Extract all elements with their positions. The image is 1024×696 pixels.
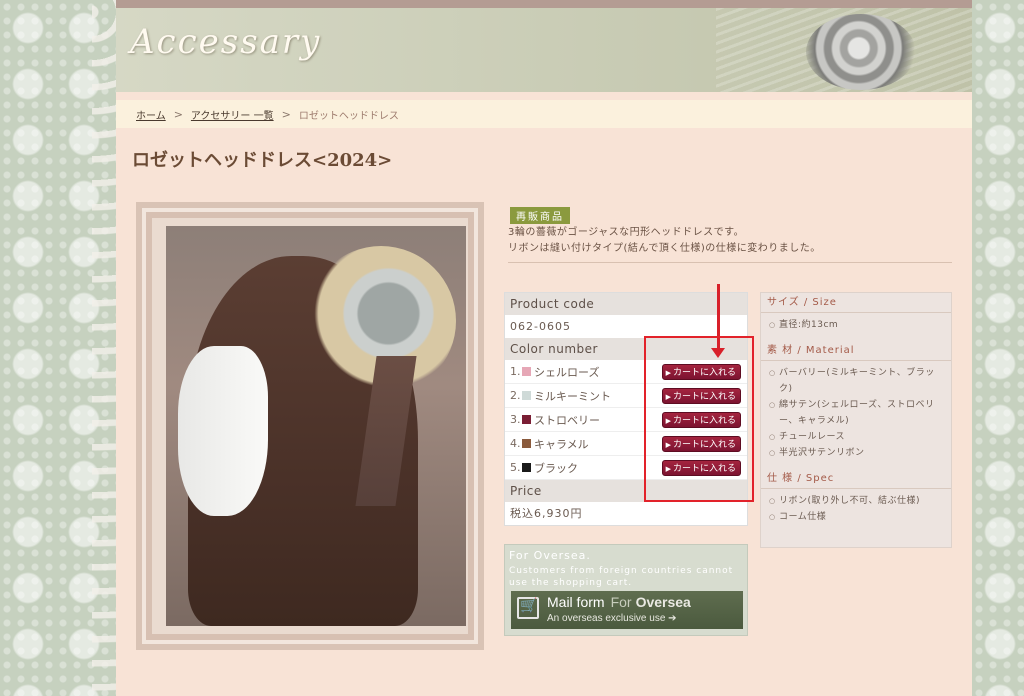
breadcrumb-current: ロゼットヘッドドレス (298, 110, 399, 122)
oversea-text: Customers from foreign countries cannot … (509, 566, 734, 588)
spec-heading: 仕 様 / Spec (761, 469, 951, 489)
color-name: ブラック (534, 461, 578, 475)
product-description: 3輪の薔薇がゴージャスな円形ヘッドドレスです。 リボンは縫い付けタイプ(結んで頂… (508, 225, 952, 257)
list-item: 半光沢サテンリボン (769, 445, 943, 461)
color-name: キャラメル (534, 437, 589, 451)
color-index: 3. (510, 413, 521, 426)
list-item: 直径:約13cm (769, 317, 943, 333)
rose-decoration (806, 14, 916, 90)
photo-mannequin (178, 346, 268, 516)
main-content: Accessary ホーム > アクセサリー 一覧 > ロゼットヘッドドレス ロ… (116, 0, 972, 696)
product-image-frame (136, 202, 484, 650)
list-item: チュールレース (769, 429, 943, 445)
breadcrumb-list-link[interactable]: アクセサリー 一覧 (191, 107, 274, 122)
material-heading: 素 材 / Material (761, 341, 951, 361)
annotation-highlight-box (644, 336, 754, 502)
chevron-right-icon: > (173, 107, 183, 121)
banner-title: Accessary (130, 22, 322, 62)
material-list: バーバリー(ミルキーミント、ブラック) 綿サテン(シェルローズ、ストロベリー、キ… (761, 361, 951, 469)
color-index: 4. (510, 437, 521, 450)
lace-border (92, 0, 116, 696)
page-title: ロゼットヘッドドレス<2024> (132, 150, 393, 171)
spec-panel: サイズ / Size 直径:約13cm 素 材 / Material バーバリー… (760, 292, 952, 548)
oversea-title: For Oversea. (509, 549, 591, 562)
color-name: ストロベリー (534, 413, 600, 427)
color-swatch (522, 463, 531, 472)
product-code-label: Product code (505, 293, 747, 315)
chevron-right-icon: > (281, 107, 291, 121)
list-item: リボン(取り外し不可、結ぶ仕様) (769, 493, 943, 509)
mail-form-label: Mail form (547, 594, 605, 610)
breadcrumb-home-link[interactable]: ホーム (136, 107, 166, 122)
divider (508, 262, 952, 263)
desc-line-2: リボンは縫い付けタイプ(結んで頂く仕様)の仕様に変わりました。 (508, 243, 821, 254)
color-name: ミルキーミント (534, 389, 611, 403)
mail-form-oversea: Oversea (635, 594, 691, 610)
breadcrumb: ホーム > アクセサリー 一覧 > ロゼットヘッドドレス (116, 100, 972, 128)
oversea-box: For Oversea. Customers from foreign coun… (504, 544, 748, 636)
mail-form-subtitle: An overseas exclusive use ➔ (547, 613, 677, 624)
size-heading: サイズ / Size (761, 293, 951, 313)
product-photo (166, 226, 466, 626)
list-item: コーム仕様 (769, 509, 943, 525)
list-item: バーバリー(ミルキーミント、ブラック) (769, 365, 943, 397)
product-code: 062-0605 (510, 320, 571, 333)
color-name: シェルローズ (534, 365, 600, 379)
resale-badge: 再販商品 (510, 207, 570, 224)
color-swatch (522, 391, 531, 400)
color-index: 5. (510, 461, 521, 474)
mail-form-title: Mail form For Oversea (547, 594, 691, 610)
color-swatch (522, 439, 531, 448)
color-swatch (522, 367, 531, 376)
price: 税込6,930円 (510, 507, 583, 520)
size-list: 直径:約13cm (761, 313, 951, 341)
desc-line-1: 3輪の薔薇がゴージャスな円形ヘッドドレスです。 (508, 227, 745, 238)
cart-icon (517, 597, 539, 619)
color-index: 2. (510, 389, 521, 402)
color-index: 1. (510, 365, 521, 378)
mail-form-button[interactable]: Mail form ForOversea An overseas exclusiv… (511, 591, 743, 629)
color-swatch (522, 415, 531, 424)
spec-list: リボン(取り外し不可、結ぶ仕様) コーム仕様 (761, 489, 951, 533)
right-lace-background (972, 0, 1024, 696)
list-item: 綿サテン(シェルローズ、ストロベリー、キャラメル) (769, 397, 943, 429)
category-banner: Accessary (116, 8, 972, 92)
top-strip (116, 0, 972, 8)
mail-form-for: For (610, 594, 632, 610)
